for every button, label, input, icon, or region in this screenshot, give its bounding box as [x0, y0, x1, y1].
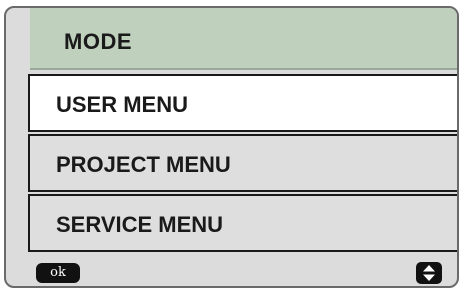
menu-item-service-menu[interactable]: SERVICE MENU	[28, 194, 457, 252]
menu-item-label: USER MENU	[56, 92, 189, 117]
menu-item-project-menu[interactable]: PROJECT MENU	[28, 134, 457, 192]
controller-display: MODE USER MENU PROJECT MENU SERVICE MENU…	[4, 6, 459, 288]
menu-item-user-menu[interactable]: USER MENU	[28, 74, 457, 132]
menu-item-label: PROJECT MENU	[56, 152, 231, 177]
mode-menu: USER MENU PROJECT MENU SERVICE MENU	[28, 74, 457, 258]
softkey-bar: ok	[6, 258, 457, 286]
up-down-arrows-icon	[423, 265, 435, 281]
menu-item-label: SERVICE MENU	[56, 212, 224, 237]
mode-header: MODE	[30, 8, 457, 70]
page-title: MODE	[64, 29, 132, 54]
ok-button[interactable]: ok	[36, 263, 80, 283]
up-down-button[interactable]	[416, 262, 442, 284]
